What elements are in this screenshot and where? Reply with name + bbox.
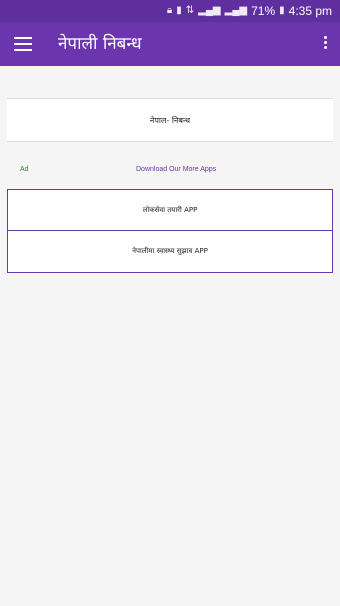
essay-list-item[interactable]: नेपाल- निबन्ध <box>7 98 333 142</box>
battery-icon: ▮ <box>279 5 285 16</box>
download-more-apps-link[interactable]: Download Our More Apps <box>136 166 216 173</box>
app-title: नेपाली निबन्ध <box>58 34 142 54</box>
status-bar: 🔒︎ ▮ ⇅ ▂▄▆ ▂▄▆ 71% ▮ 4:35 pm <box>0 0 340 22</box>
ad-label: Ad <box>20 166 29 173</box>
signal-icon: ▂▄▆ <box>198 5 221 16</box>
app-bar: नेपाली निबन्ध <box>0 22 340 66</box>
sim-icon: ▮ <box>176 5 182 16</box>
signal-icon-2: ▂▄▆ <box>224 5 248 16</box>
app-item-loksewa[interactable]: लोकसेवा तयारी APP <box>8 190 332 230</box>
app-item-label: नेपालीमा स्वास्थ्य सुझाव APP <box>132 246 208 255</box>
status-icons: 🔒︎ ▮ ⇅ ▂▄▆ ▂▄▆ 71% ▮ 4:35 pm <box>167 3 332 19</box>
lock-icon: 🔒︎ <box>166 5 173 16</box>
more-apps-list: लोकसेवा तयारी APP नेपालीमा स्वास्थ्य सुझ… <box>7 189 333 273</box>
network-icon: ⇅ <box>185 5 195 16</box>
hamburger-menu-icon[interactable] <box>14 37 32 51</box>
battery-percent: 71% <box>251 4 276 18</box>
app-item-label: लोकसेवा तयारी APP <box>142 205 198 214</box>
app-item-health-tips[interactable]: नेपालीमा स्वास्थ्य सुझाव APP <box>8 230 332 271</box>
essay-list-item-label: नेपाल- निबन्ध <box>149 115 191 125</box>
status-time: 4:35 pm <box>288 4 332 18</box>
overflow-menu-icon[interactable] <box>324 36 328 52</box>
